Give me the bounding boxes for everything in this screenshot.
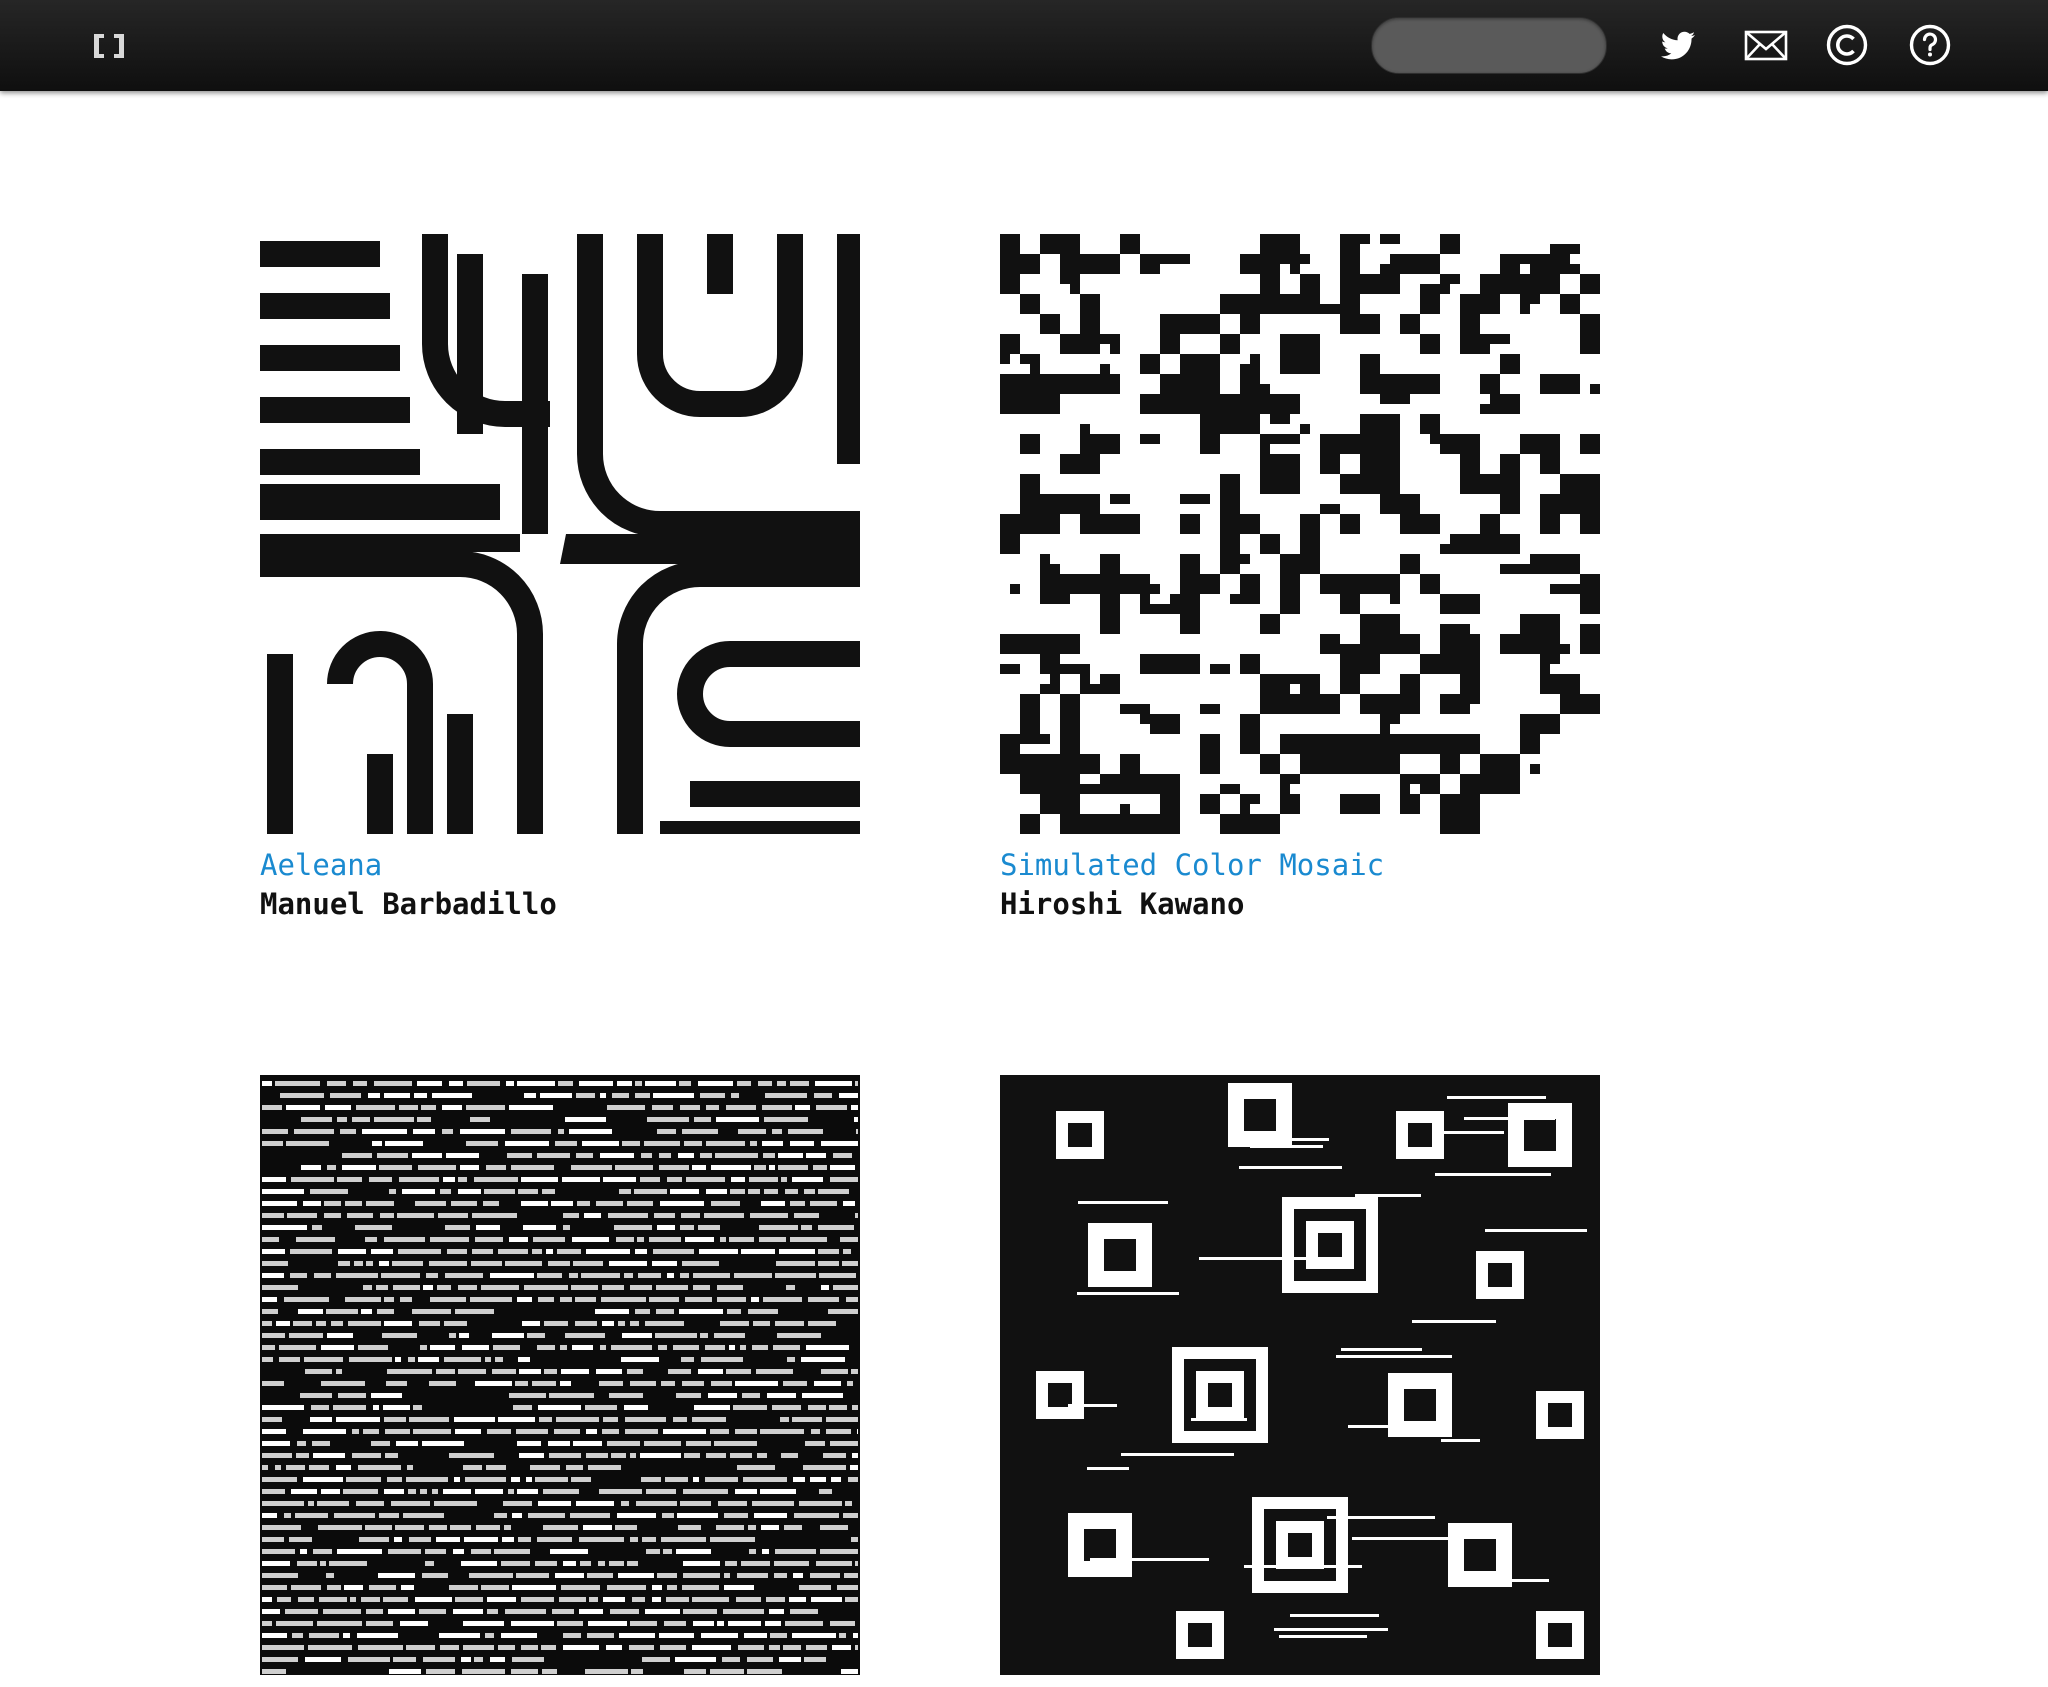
mail-envelope-icon[interactable] (1741, 20, 1791, 70)
artwork-card (260, 1075, 860, 1687)
search-input[interactable] (1371, 17, 1607, 74)
copyright-icon[interactable] (1822, 20, 1872, 70)
artwork-title-link[interactable]: Simulated Color Mosaic (1000, 846, 1600, 884)
artwork-card: Aeleana Manuel Barbadillo (260, 234, 860, 924)
artist-name[interactable]: Manuel Barbadillo (260, 884, 860, 924)
artwork-image-text-pattern[interactable] (260, 1075, 860, 1675)
artist-name[interactable]: Hiroshi Kawano (1000, 884, 1600, 924)
artwork-card: Simulated Color Mosaic Hiroshi Kawano (1000, 234, 1600, 924)
help-question-icon[interactable] (1905, 20, 1955, 70)
artwork-card (1000, 1075, 1600, 1687)
artwork-image-aeleana[interactable] (260, 234, 860, 834)
artwork-image-maze-pattern[interactable] (1000, 1075, 1600, 1675)
twitter-bird-icon[interactable] (1655, 20, 1705, 70)
top-navigation-bar (0, 0, 2048, 91)
artwork-image-simulated-color-mosaic[interactable] (1000, 234, 1600, 834)
bracket-logo-icon[interactable] (90, 27, 128, 65)
artwork-title-link[interactable]: Aeleana (260, 846, 860, 884)
